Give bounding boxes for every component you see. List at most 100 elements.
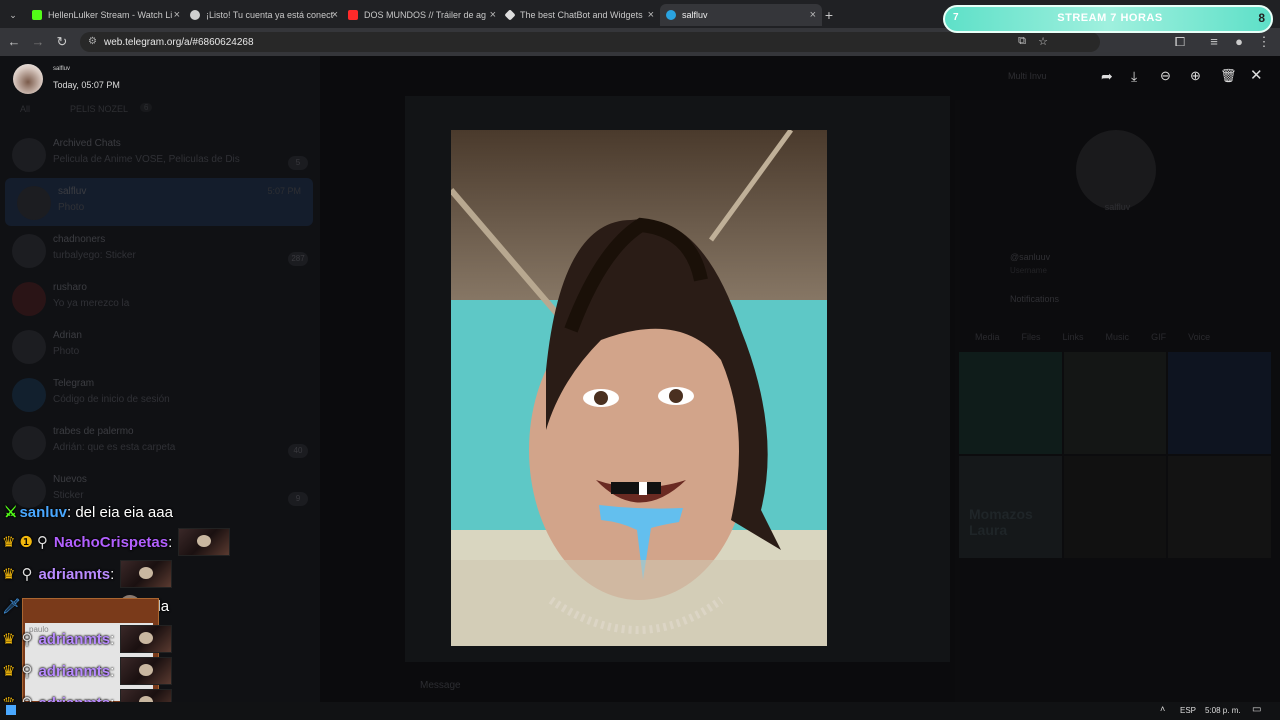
tab-telegram[interactable]: salfluv × [660, 4, 822, 26]
chat-item-salfluv[interactable]: salfluv Photo 5:07 PM [5, 178, 313, 226]
tab-close-icon[interactable]: × [810, 9, 816, 21]
skull-emote-icon [120, 560, 173, 588]
profile-name: salfluv [1104, 202, 1131, 212]
crown-icon: ♛ [2, 534, 16, 551]
notification-icon[interactable]: ▭ [1252, 704, 1261, 715]
reload-button[interactable]: ↻ [54, 34, 70, 50]
tab-files[interactable]: Files [1022, 332, 1041, 342]
folder-tab-pelis[interactable]: PELIS NOZEL [70, 104, 128, 114]
new-tab-button[interactable]: + [820, 4, 838, 26]
site-info-icon[interactable]: ⚙ [88, 36, 97, 47]
chat-item-trabes[interactable]: trabes de palermo Adrián: que es esta car… [0, 418, 320, 466]
media-thumb[interactable] [1063, 352, 1167, 454]
crown-icon: ♛ [2, 566, 16, 583]
url-text: web.telegram.org/a/#6860624268 [104, 36, 254, 48]
tool-badge-icon: ⚲ [21, 631, 33, 648]
extensions-icon[interactable]: ⧠ [1172, 34, 1188, 50]
notifications-label: Notifications [1010, 294, 1060, 304]
avatar [12, 234, 46, 268]
tab-search-button[interactable]: ⌄ [4, 4, 22, 26]
language-indicator[interactable]: ESP [1180, 706, 1196, 715]
tab-close-icon[interactable]: × [490, 9, 496, 21]
zoom-in-icon[interactable]: ⊕ [1190, 68, 1201, 84]
skull-emote-icon [120, 657, 173, 685]
tab-voice[interactable]: Voice [1188, 332, 1210, 342]
stream-banner: 7 STREAM 7 HORAS 8 [943, 5, 1273, 33]
chat-message: ♛ ⚲ adrianmts: [2, 560, 173, 588]
chat-message: ♛ ⚲ adrianmts: [2, 625, 173, 653]
chat-item-telegram[interactable]: Telegram Código de inicio de sesión [0, 370, 320, 418]
chat-item-rusharo[interactable]: rusharo Yo ya merezco la [0, 274, 320, 322]
start-icon[interactable] [6, 705, 16, 715]
username-label: Username [1010, 266, 1047, 275]
avatar [12, 282, 46, 316]
tab-title: ¡Listo! Tu cuenta ya está conect [206, 10, 334, 20]
tab-music[interactable]: Music [1106, 332, 1130, 342]
media-thumb[interactable]: Momazos Laura [959, 456, 1062, 558]
forward-icon[interactable]: ➦ [1101, 68, 1113, 85]
tab-account[interactable]: ¡Listo! Tu cuenta ya está conect × [184, 4, 344, 26]
reading-list-icon[interactable]: ≡ [1206, 34, 1222, 49]
message-input[interactable]: Message [420, 680, 461, 691]
avatar [12, 426, 46, 460]
folder-badge: 6 [140, 103, 153, 112]
globe-icon [190, 10, 200, 20]
menu-kebab-icon[interactable]: ⋮ [1256, 34, 1272, 50]
address-bar[interactable]: ⚙ web.telegram.org/a/#6860624268 ⧉ ☆ [80, 32, 1100, 52]
tool-badge-icon: ⚲ [21, 566, 33, 583]
chat-item-adrian[interactable]: Adrian Photo [0, 322, 320, 370]
media-thumb[interactable] [959, 352, 1062, 454]
media-thumb[interactable] [1168, 456, 1271, 558]
chat-username[interactable]: sanluv [19, 504, 67, 521]
tool-badge-icon: ⚲ [21, 663, 33, 680]
viewer-photo[interactable] [451, 130, 827, 646]
banner-label: STREAM 7 HORAS [1057, 12, 1163, 24]
skull-emote-icon [120, 625, 173, 653]
avatar [12, 330, 46, 364]
media-thumb[interactable] [1063, 456, 1167, 558]
avatar [17, 186, 51, 220]
clock[interactable]: 5:08 p. m. [1205, 706, 1241, 715]
chat-item-archived[interactable]: Archived Chats Pelicula de Anime VOSE, Pe… [0, 130, 320, 178]
folder-tab-all[interactable]: All [20, 104, 30, 114]
tab-youtube[interactable]: DOS MUNDOS // Tráiler de ag × [342, 4, 502, 26]
media-thumb[interactable] [1168, 352, 1271, 454]
tab-links[interactable]: Links [1063, 332, 1084, 342]
close-icon[interactable]: ✕ [1250, 66, 1263, 84]
sender-avatar[interactable] [13, 64, 43, 94]
chat-message: ♛ ⚲ adrianmts: [2, 657, 173, 685]
telegram-icon [12, 378, 46, 412]
tab-close-icon[interactable]: × [332, 9, 338, 21]
download-icon[interactable]: ⤓ [1131, 68, 1137, 85]
message-time: Today, 05:07 PM [53, 80, 120, 90]
profile-avatar[interactable]: ● [1231, 34, 1247, 49]
chat-username[interactable]: NachoCrispetas [54, 534, 168, 551]
chat-username[interactable]: adrianmts [38, 566, 110, 583]
bookmark-star-icon[interactable]: ☆ [1038, 35, 1048, 48]
sender-name: salfluv [53, 66, 71, 72]
telegram-icon [666, 10, 676, 20]
install-app-icon[interactable]: ⧉ [1018, 35, 1026, 48]
forward-button[interactable]: → [30, 34, 46, 49]
chat-username[interactable]: adrianmts [38, 663, 110, 680]
tab-gif[interactable]: GIF [1151, 332, 1166, 342]
profile-panel: salfluv @sanluuv Username Notifications … [955, 100, 1280, 702]
tab-title: salfluv [682, 10, 708, 20]
zoom-out-icon[interactable]: ⊖ [1160, 68, 1171, 84]
tab-close-icon[interactable]: × [174, 9, 180, 21]
chat-item-chadnoners[interactable]: chadnoners turbalyego: Sticker 287 [0, 226, 320, 274]
media-tabs: Media Files Links Music GIF Voice [975, 332, 1210, 342]
delete-icon[interactable]: 🗑 [1220, 68, 1237, 84]
youtube-icon [348, 10, 358, 20]
tab-media[interactable]: Media [975, 332, 1000, 342]
chevron-down-icon: ⌄ [9, 9, 17, 20]
tab-chatbot[interactable]: The best ChatBot and Widgets × [500, 4, 660, 26]
tab-kick-stream[interactable]: HellenLulker Stream - Watch Li × [26, 4, 186, 26]
chat-username[interactable]: adrianmts [38, 631, 110, 648]
chat-message: ♛ ❶ ⚲ NachoCrispetas: [2, 528, 231, 556]
back-button[interactable]: ← [6, 34, 22, 49]
sword-badge-icon: 🗡 [2, 598, 22, 615]
tab-title: HellenLulker Stream - Watch Li [48, 10, 173, 20]
tab-close-icon[interactable]: × [648, 9, 654, 21]
chevron-up-icon[interactable]: ˄ [1160, 704, 1165, 714]
